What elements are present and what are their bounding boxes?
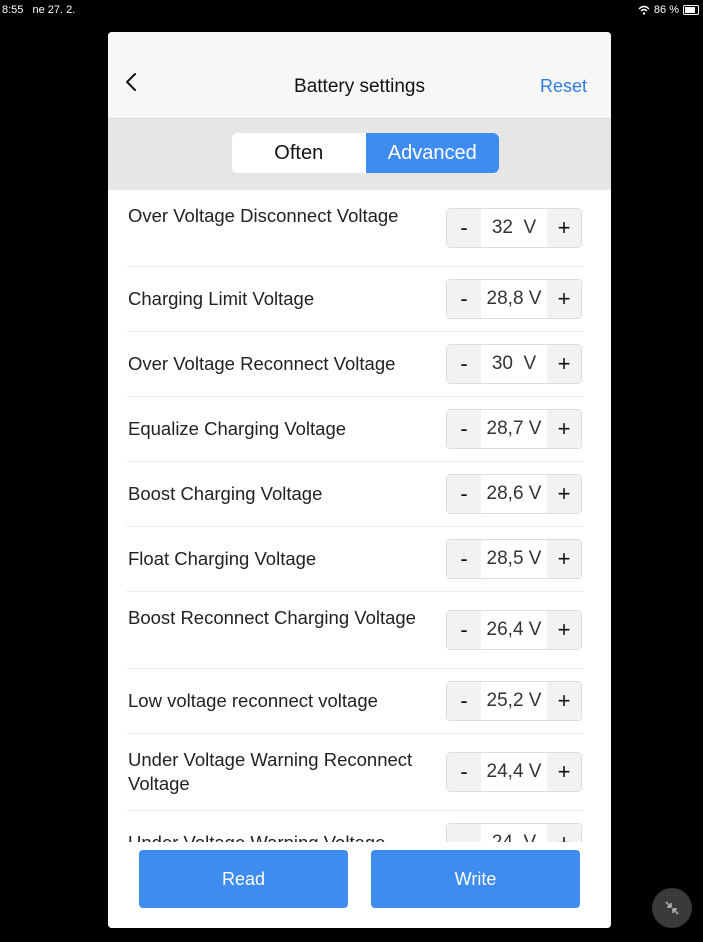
tab-bar: Often Advanced <box>108 119 611 190</box>
value-stepper: - 28,8 V + <box>446 279 582 319</box>
setting-value[interactable]: 25,2 V <box>481 690 547 712</box>
setting-row: Under Voltage Warning Reconnect Voltage … <box>126 734 584 811</box>
setting-row: Over Voltage Reconnect Voltage - 30 V + <box>126 332 584 397</box>
status-date: ne 27. 2. <box>32 4 76 16</box>
decrement-button[interactable]: - <box>447 824 481 842</box>
value-stepper: - 24,4 V + <box>446 752 582 792</box>
increment-button[interactable]: + <box>547 410 581 448</box>
setting-label: Float Charging Voltage <box>128 548 317 569</box>
setting-value[interactable]: 28,7 V <box>481 418 547 440</box>
decrement-button[interactable]: - <box>447 475 481 513</box>
decrement-button[interactable]: - <box>447 345 481 383</box>
value-stepper: - 25,2 V + <box>446 681 582 721</box>
tab-often[interactable]: Often <box>232 133 366 173</box>
setting-value[interactable]: 24,4 V <box>481 761 547 783</box>
decrement-button[interactable]: - <box>447 209 481 247</box>
increment-button[interactable]: + <box>547 345 581 383</box>
setting-value[interactable]: 26,4 V <box>481 619 547 641</box>
setting-row: Float Charging Voltage - 28,5 V + <box>126 527 584 592</box>
segmented-control: Often Advanced <box>232 133 499 173</box>
collapse-arrows-icon[interactable] <box>652 888 692 928</box>
reset-button[interactable]: Reset <box>540 76 587 97</box>
setting-label: Equalize Charging Voltage <box>128 418 347 439</box>
setting-value[interactable]: 28,8 V <box>481 288 547 310</box>
setting-row: Low voltage reconnect voltage - 25,2 V + <box>126 669 584 734</box>
value-stepper: - 28,5 V + <box>446 539 582 579</box>
increment-button[interactable]: + <box>547 682 581 720</box>
decrement-button[interactable]: - <box>447 682 481 720</box>
setting-label: Under Voltage Warning Reconnect Voltage <box>128 749 413 794</box>
write-button[interactable]: Write <box>371 850 580 908</box>
navigation-bar: Battery settings Reset <box>108 32 611 119</box>
setting-row: Boost Reconnect Charging Voltage - 26,4 … <box>126 592 584 669</box>
setting-row: Under Voltage Warning Voltage - 24 V + <box>126 811 584 842</box>
increment-button[interactable]: + <box>547 209 581 247</box>
setting-label: Charging Limit Voltage <box>128 288 315 309</box>
increment-button[interactable]: + <box>547 540 581 578</box>
increment-button[interactable]: + <box>547 753 581 791</box>
battery-settings-panel: Battery settings Reset Often Advanced Ov… <box>108 32 611 928</box>
value-stepper: - 24 V + <box>446 823 582 842</box>
decrement-button[interactable]: - <box>447 280 481 318</box>
page-title: Battery settings <box>294 76 425 97</box>
setting-value[interactable]: 28,6 V <box>481 483 547 505</box>
setting-row: Charging Limit Voltage - 28,8 V + <box>126 267 584 332</box>
decrement-button[interactable]: - <box>447 410 481 448</box>
status-time: 8:55 <box>2 4 24 16</box>
increment-button[interactable]: + <box>547 611 581 649</box>
setting-value[interactable]: 24 V <box>481 832 547 842</box>
increment-button[interactable]: + <box>547 824 581 842</box>
setting-value[interactable]: 30 V <box>481 353 547 375</box>
wifi-icon <box>638 5 650 15</box>
setting-label: Boost Reconnect Charging Voltage <box>128 607 416 628</box>
tab-advanced[interactable]: Advanced <box>365 133 499 173</box>
value-stepper: - 28,6 V + <box>446 474 582 514</box>
setting-row: Equalize Charging Voltage - 28,7 V + <box>126 397 584 462</box>
setting-value[interactable]: 28,5 V <box>481 548 547 570</box>
setting-row: Boost Charging Voltage - 28,6 V + <box>126 462 584 527</box>
setting-label: Over Voltage Reconnect Voltage <box>128 353 396 374</box>
value-stepper: - 30 V + <box>446 344 582 384</box>
battery-percent: 86 % <box>653 4 679 16</box>
value-stepper: - 28,7 V + <box>446 409 582 449</box>
setting-label: Under Voltage Warning Voltage <box>128 831 444 842</box>
setting-row: Over Voltage Disconnect Voltage - 32 V + <box>126 190 584 267</box>
battery-icon <box>683 5 699 15</box>
status-bar: 8:55 ne 27. 2. 86 % <box>0 0 703 22</box>
shrink-icon <box>665 901 679 915</box>
setting-label: Boost Charging Voltage <box>128 483 323 504</box>
setting-label: Over Voltage Disconnect Voltage <box>128 205 399 226</box>
action-footer: Read Write <box>108 842 611 928</box>
settings-list: Over Voltage Disconnect Voltage - 32 V +… <box>108 190 611 842</box>
increment-button[interactable]: + <box>547 475 581 513</box>
value-stepper: - 32 V + <box>446 208 582 248</box>
decrement-button[interactable]: - <box>447 611 481 649</box>
decrement-button[interactable]: - <box>447 753 481 791</box>
setting-label: Low voltage reconnect voltage <box>128 690 378 711</box>
setting-value[interactable]: 32 V <box>481 217 547 239</box>
increment-button[interactable]: + <box>547 280 581 318</box>
read-button[interactable]: Read <box>139 850 348 908</box>
value-stepper: - 26,4 V + <box>446 610 582 650</box>
decrement-button[interactable]: - <box>447 540 481 578</box>
